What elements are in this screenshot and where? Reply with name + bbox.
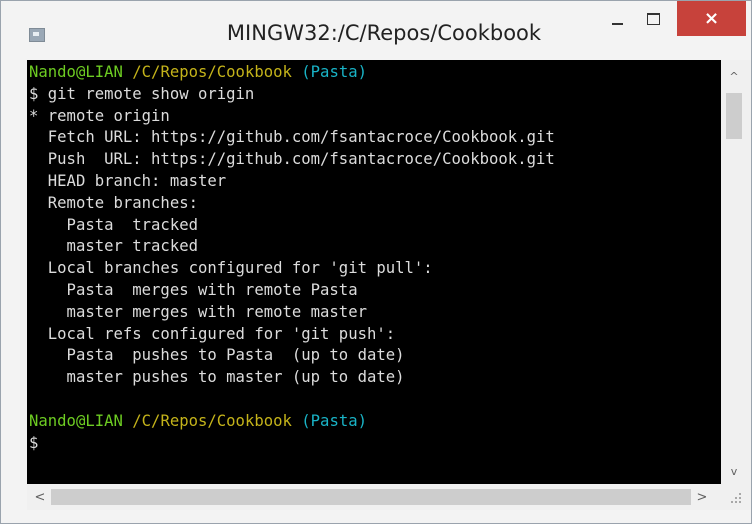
title-bar[interactable]: MINGW32:/C/Repos/Cookbook × bbox=[1, 1, 751, 60]
mingw-app-icon[interactable] bbox=[29, 28, 45, 42]
scroll-up-icon[interactable]: ^ bbox=[721, 65, 747, 87]
vertical-scrollbar[interactable]: ^ v bbox=[721, 60, 747, 484]
window-title: MINGW32:/C/Repos/Cookbook bbox=[226, 21, 542, 45]
prompt-line: Nando@LIAN /C/Repos/Cookbook (Pasta) bbox=[29, 411, 555, 433]
output-line: Remote branches: bbox=[29, 193, 198, 212]
close-button[interactable]: × bbox=[677, 1, 746, 36]
prompt-branch: (Pasta) bbox=[301, 411, 367, 430]
terminal-lines: Nando@LIAN /C/Repos/Cookbook (Pasta) $ g… bbox=[29, 62, 555, 454]
output-line: * remote origin bbox=[29, 106, 170, 125]
output-line: Fetch URL: https://github.com/fsantacroc… bbox=[29, 128, 555, 147]
prompt-user: Nando@LIAN bbox=[29, 411, 123, 430]
close-icon: × bbox=[703, 8, 720, 29]
horizontal-scroll-thumb[interactable] bbox=[51, 489, 691, 505]
minimize-button[interactable] bbox=[601, 1, 633, 36]
prompt-path: /C/Repos/Cookbook bbox=[132, 411, 292, 430]
prompt-branch: (Pasta) bbox=[301, 63, 367, 81]
scroll-down-icon[interactable]: v bbox=[721, 460, 747, 482]
output-line: HEAD branch: master bbox=[29, 171, 227, 190]
command-line: $ git remote show origin bbox=[29, 84, 255, 103]
resize-grip-icon[interactable] bbox=[725, 489, 745, 509]
maximize-button[interactable] bbox=[637, 1, 669, 36]
minimize-icon bbox=[611, 22, 623, 25]
scroll-left-icon[interactable]: < bbox=[29, 484, 51, 510]
terminal-output-area[interactable]: Nando@LIAN /C/Repos/Cookbook (Pasta) $ g… bbox=[27, 60, 721, 484]
prompt-path: /C/Repos/Cookbook bbox=[132, 63, 292, 81]
scroll-right-icon[interactable]: > bbox=[691, 484, 713, 510]
output-line: master merges with remote master bbox=[29, 302, 367, 321]
horizontal-scrollbar[interactable]: < > bbox=[27, 484, 721, 510]
output-line: master pushes to master (up to date) bbox=[29, 368, 405, 387]
output-line: Pasta tracked bbox=[29, 215, 198, 234]
window-bottom-border bbox=[1, 510, 751, 523]
output-line: Pasta pushes to Pasta (up to date) bbox=[29, 346, 405, 365]
window-left-border bbox=[1, 60, 27, 510]
input-line[interactable]: $ bbox=[29, 433, 555, 455]
prompt-line: Nando@LIAN /C/Repos/Cookbook (Pasta) bbox=[29, 62, 555, 84]
output-line: master tracked bbox=[29, 237, 198, 256]
output-line: Push URL: https://github.com/fsantacroce… bbox=[29, 150, 555, 169]
prompt-user: Nando@LIAN bbox=[29, 63, 123, 81]
output-line: Local refs configured for 'git push': bbox=[29, 324, 396, 343]
maximize-icon bbox=[646, 12, 660, 25]
vertical-scroll-thumb[interactable] bbox=[726, 93, 742, 139]
terminal-window: MINGW32:/C/Repos/Cookbook × Nando@LIAN /… bbox=[0, 0, 752, 524]
output-line: Pasta merges with remote Pasta bbox=[29, 280, 358, 299]
output-line: Local branches configured for 'git pull'… bbox=[29, 259, 433, 278]
